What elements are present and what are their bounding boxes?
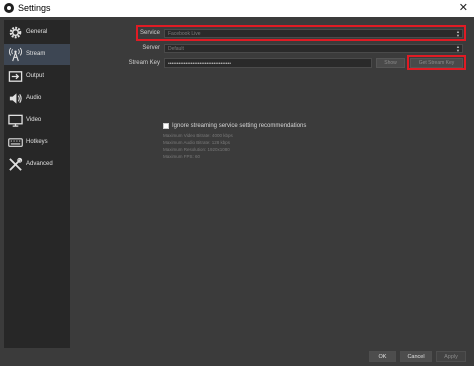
sidebar-item-label: General [26,29,48,35]
sidebar-item-output[interactable]: Output [4,66,70,87]
sidebar-item-label: Audio [26,95,42,101]
server-label: Server [142,45,160,51]
server-dropdown[interactable]: Default ▲ ▼ [164,44,463,53]
sidebar-item-label: Stream [26,51,46,57]
stream-key-input[interactable]: •••••••••••••••••••••••••••••••••••• [164,58,372,68]
monitor-icon [8,114,23,127]
get-stream-key-button[interactable]: Get Stream Key [410,58,463,68]
sidebar-item-hotkeys[interactable]: Hotkeys [4,132,70,153]
ignore-recommendations-checkbox[interactable] [163,123,169,129]
sidebar-item-stream[interactable]: Stream [4,44,70,65]
chevron-updown-icon: ▲ ▼ [456,29,460,38]
sidebar-item-label: Video [26,117,42,123]
stream-key-label: Stream Key [128,60,160,66]
keyboard-icon [8,138,23,147]
sidebar-item-label: Output [26,73,45,79]
obs-logo-icon [4,3,14,13]
sidebar-item-label: Hotkeys [26,139,48,145]
gear-icon [9,26,22,39]
ok-button[interactable]: OK [369,351,396,362]
ignore-recommendations-label: Ignore streaming service setting recomme… [172,123,307,129]
close-icon[interactable]: ✕ [459,1,468,14]
antenna-icon [8,47,23,62]
sidebar-item-audio[interactable]: Audio [4,88,70,109]
settings-sidebar: General Stream Output Audio Video Hotkey… [4,20,70,348]
chevron-updown-icon: ▲ ▼ [456,44,460,53]
info-max-video-bitrate: Maximum Video Bitrate: 4000 kbps [163,133,233,138]
info-max-fps: Maximum FPS: 60 [163,154,201,159]
service-value: Facebook Live [168,31,201,37]
sidebar-item-label: Advanced [26,161,53,167]
service-dropdown[interactable]: Facebook Live ▲ ▼ [164,29,463,38]
tools-icon [9,157,23,171]
service-label: Service [139,30,160,36]
window-title: Settings [18,3,51,13]
output-icon [8,71,23,82]
sidebar-item-advanced[interactable]: Advanced [4,154,70,175]
show-key-button[interactable]: Show [376,58,405,68]
info-max-audio-bitrate: Maximum Audio Bitrate: 128 kbps [163,140,231,145]
title-bar: Settings ✕ [0,0,474,17]
server-value: Default [168,46,184,52]
cancel-button[interactable]: Cancel [400,351,432,362]
speaker-icon [9,93,22,104]
info-max-resolution: Maximum Resolution: 1920x1080 [163,147,230,152]
sidebar-item-general[interactable]: General [4,22,70,43]
sidebar-item-video[interactable]: Video [4,110,70,131]
apply-button[interactable]: Apply [436,351,466,362]
